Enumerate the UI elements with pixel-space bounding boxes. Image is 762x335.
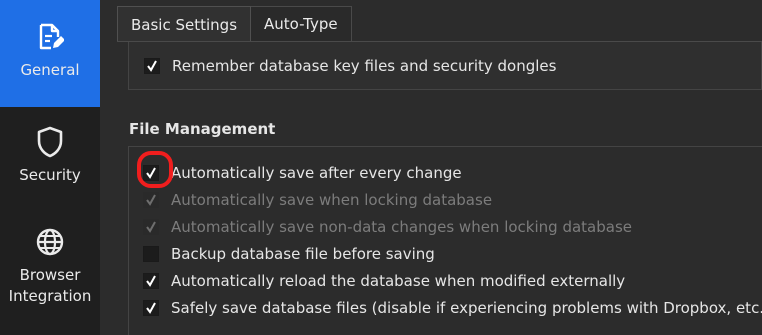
auto-save-every-change-row[interactable]: Automatically save after every change — [143, 161, 462, 185]
backup-before-saving-row[interactable]: Backup database file before saving — [143, 242, 435, 266]
settings-content: Basic Settings Auto-Type Remember databa… — [100, 0, 762, 335]
settings-window: General Security Browser Integration Bas… — [0, 0, 762, 335]
checkbox — [143, 192, 159, 208]
sidebar-item-browser-integration[interactable]: Browser Integration — [0, 211, 100, 335]
checkbox[interactable] — [143, 246, 159, 262]
auto-save-non-data-row: Automatically save non-data changes when… — [143, 215, 632, 239]
checkbox[interactable] — [144, 58, 160, 74]
settings-sidebar: General Security Browser Integration — [0, 0, 100, 335]
sidebar-item-label: Security — [19, 166, 81, 184]
sidebar-item-label: General — [20, 61, 80, 79]
annotation-circle — [137, 151, 173, 188]
checkbox-label: Automatically save when locking database — [171, 191, 493, 209]
sidebar-item-security[interactable]: Security — [0, 107, 100, 211]
sidebar-item-label-line2: Integration — [8, 287, 92, 305]
file-management-title: File Management — [129, 120, 276, 138]
checkbox[interactable] — [143, 300, 159, 316]
checkbox-label: Automatically save after every change — [171, 164, 462, 182]
checkbox — [143, 219, 159, 235]
tab-basic-settings[interactable]: Basic Settings — [117, 6, 252, 42]
document-edit-icon — [35, 22, 65, 52]
tab-bar: Basic Settings Auto-Type — [117, 6, 352, 42]
auto-reload-row[interactable]: Automatically reload the database when m… — [143, 269, 625, 293]
auto-save-locking-row: Automatically save when locking database — [143, 188, 492, 212]
sidebar-item-label-line1: Browser — [19, 266, 81, 284]
shield-icon — [35, 126, 65, 158]
globe-icon — [35, 227, 65, 257]
checkbox-label: Backup database file before saving — [171, 245, 435, 263]
checkbox-label: Automatically reload the database when m… — [171, 272, 626, 290]
checkbox[interactable] — [143, 273, 159, 289]
checkbox-label: Remember database key files and security… — [172, 57, 557, 75]
checkbox-label: Automatically save non-data changes when… — [171, 218, 632, 236]
safely-save-row[interactable]: Safely save database files (disable if e… — [143, 296, 762, 320]
tab-auto-type[interactable]: Auto-Type — [251, 6, 352, 41]
sidebar-item-general[interactable]: General — [0, 0, 100, 107]
remember-key-files-checkbox-row[interactable]: Remember database key files and security… — [144, 54, 556, 78]
checkbox-label: Safely save database files (disable if e… — [171, 299, 762, 317]
